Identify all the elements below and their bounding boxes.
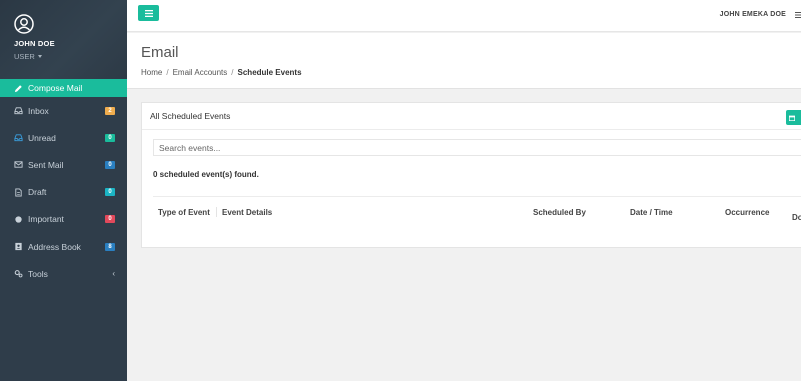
profile-role-label: USER	[14, 52, 35, 61]
sidebar-item-inbox[interactable]: Inbox 2	[0, 97, 127, 124]
column-header-scheduled-by[interactable]: Scheduled By	[533, 208, 586, 217]
column-header-do[interactable]: Do	[792, 213, 801, 222]
column-header-type[interactable]: Type of Event	[158, 208, 210, 217]
profile-name: JOHN DOE	[14, 39, 55, 48]
compose-mail-label: Compose Mail	[28, 83, 83, 93]
sidebar-item-important[interactable]: Important 0	[0, 206, 127, 233]
inbox-icon	[14, 106, 23, 115]
sidebar-item-label: Important	[28, 214, 64, 225]
panel-header: All Scheduled Events	[142, 103, 801, 130]
sidebar: JOHN DOE USER Compose Mail Inbox 2 Unrea…	[0, 0, 127, 381]
hamburger-icon	[144, 9, 153, 17]
sent-count-badge: 0	[105, 160, 115, 169]
page-header: Email Home / Email Accounts / Schedule E…	[127, 33, 801, 89]
draft-count-badge: 0	[105, 188, 115, 197]
pencil-icon	[14, 84, 22, 92]
topbar: JOHN EMEKA DOE	[127, 0, 801, 32]
circle-icon	[14, 215, 23, 224]
user-menu-icon[interactable]	[795, 11, 801, 19]
sidebar-item-label: Unread	[28, 132, 56, 143]
breadcrumb-separator: /	[231, 68, 234, 77]
sidebar-item-label: Address Book	[28, 241, 81, 252]
sidebar-item-sent-mail[interactable]: Sent Mail 0	[0, 151, 127, 178]
column-divider	[216, 207, 217, 217]
breadcrumb-current: Schedule Events	[237, 68, 302, 77]
inbox-count-badge: 2	[105, 106, 115, 115]
address-book-icon	[14, 242, 23, 251]
breadcrumb-home-link[interactable]: Home	[141, 68, 162, 77]
breadcrumb: Home / Email Accounts / Schedule Events	[141, 68, 801, 77]
result-count-text: 0 scheduled event(s) found.	[153, 170, 259, 179]
panel-title: All Scheduled Events	[150, 111, 231, 121]
sidebar-item-unread[interactable]: Unread 0	[0, 124, 127, 151]
unread-count-badge: 0	[105, 133, 115, 142]
column-header-date-time[interactable]: Date / Time	[630, 208, 673, 217]
caret-down-icon	[37, 55, 42, 58]
menu-toggle-button[interactable]	[138, 5, 159, 21]
profile-role-dropdown[interactable]: USER	[14, 52, 127, 61]
chevron-left-icon: ‹	[112, 269, 115, 279]
compose-mail-button[interactable]: Compose Mail	[0, 79, 127, 97]
important-count-badge: 0	[105, 215, 115, 224]
sidebar-item-label: Tools	[28, 268, 48, 279]
calendar-icon	[789, 115, 795, 121]
column-header-details[interactable]: Event Details	[222, 208, 272, 217]
page-title: Email	[141, 44, 179, 61]
topbar-user-name[interactable]: JOHN EMEKA DOE	[720, 11, 786, 18]
user-avatar-icon[interactable]	[14, 14, 34, 34]
sidebar-item-tools[interactable]: Tools ‹	[0, 260, 127, 287]
sidebar-item-label: Draft	[28, 187, 47, 198]
scheduled-events-panel: All Scheduled Events 0 scheduled event(s…	[141, 102, 801, 248]
profile-panel: JOHN DOE USER	[0, 0, 127, 79]
search-events-input[interactable]	[153, 139, 801, 156]
schedule-event-button[interactable]	[786, 110, 801, 125]
sidebar-item-address-book[interactable]: Address Book 8	[0, 233, 127, 260]
breadcrumb-email-accounts-link[interactable]: Email Accounts	[173, 68, 228, 77]
envelope-icon	[14, 160, 23, 169]
sidebar-item-label: Sent Mail	[28, 159, 64, 170]
column-header-occurrence[interactable]: Occurrence	[725, 208, 769, 217]
table-divider	[153, 196, 801, 197]
sidebar-item-draft[interactable]: Draft 0	[0, 179, 127, 206]
file-icon	[14, 188, 23, 197]
breadcrumb-separator: /	[166, 68, 169, 77]
address-book-count-badge: 8	[105, 242, 115, 251]
sidebar-item-label: Inbox	[28, 105, 49, 116]
sidebar-nav: Inbox 2 Unread 0 Sent Mail 0 Draft 0 Imp…	[0, 97, 127, 287]
cogs-icon	[14, 269, 23, 278]
inbox-open-icon	[14, 133, 23, 142]
